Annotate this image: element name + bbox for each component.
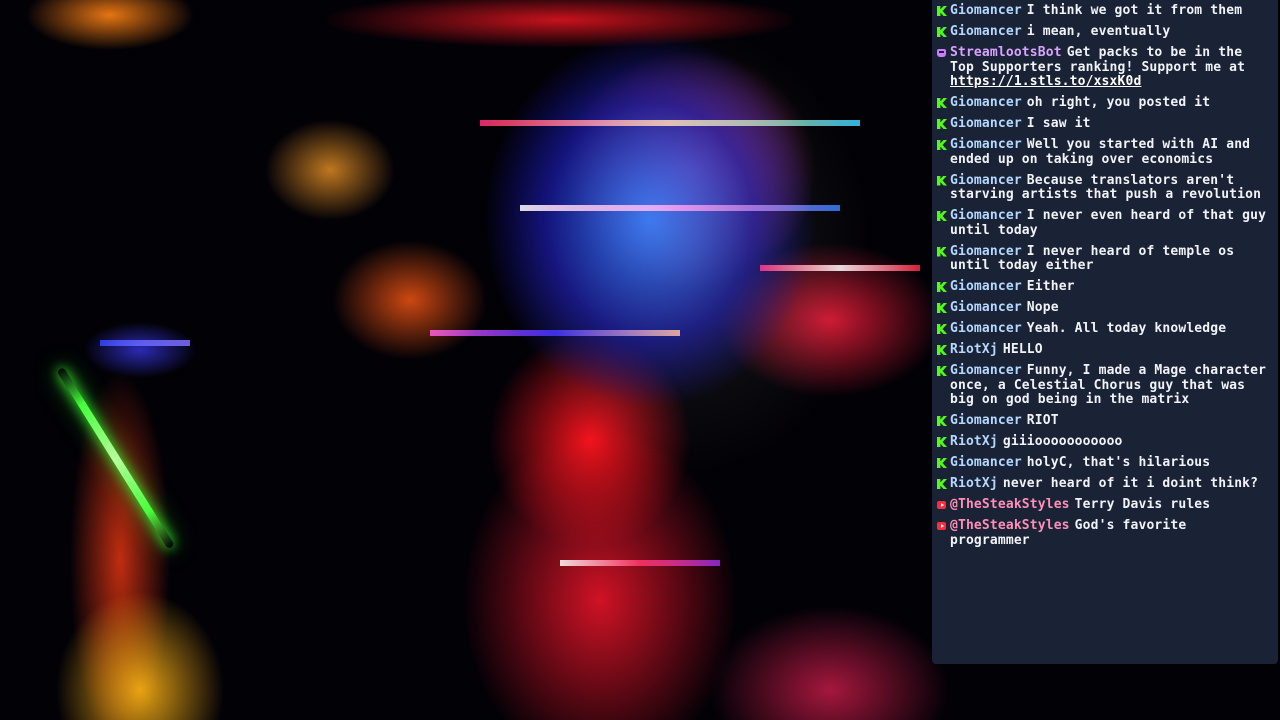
chat-username[interactable]: Giomancer xyxy=(950,173,1022,188)
chat-message-list: Giomancer I think we got it from them Giom… xyxy=(932,0,1278,548)
chat-message: Giomancer I saw it xyxy=(937,116,1270,132)
chat-message: @TheSteakStyles God's favorite programmer xyxy=(937,518,1270,548)
chat-username[interactable]: Giomancer xyxy=(950,244,1022,259)
chat-username[interactable]: Giomancer xyxy=(950,321,1022,336)
chat-message: RiotXj never heard of it i doint think? xyxy=(937,476,1270,492)
chat-message: Giomancer i mean, eventually xyxy=(937,24,1270,40)
chat-message-text: Either xyxy=(1026,279,1075,294)
chat-message-text: HELLO xyxy=(1002,342,1043,357)
kick-icon xyxy=(937,345,947,355)
kick-icon xyxy=(937,324,947,334)
glitch-band xyxy=(100,340,190,346)
chat-username[interactable]: Giomancer xyxy=(950,413,1022,428)
chat-username[interactable]: @TheSteakStyles xyxy=(950,497,1070,512)
chat-message-text: RIOT xyxy=(1026,413,1059,428)
kick-icon xyxy=(937,27,947,37)
chat-message: @TheSteakStyles Terry Davis rules xyxy=(937,497,1270,513)
chat-link[interactable]: https://1.stls.to/xsxK0d xyxy=(950,74,1141,89)
chat-username[interactable]: RiotXj xyxy=(950,342,998,357)
chat-message-text: oh right, you posted it xyxy=(1026,95,1211,110)
chat-message: Giomancer oh right, you posted it xyxy=(937,95,1270,111)
glitch-band xyxy=(760,265,920,271)
kick-icon xyxy=(937,246,947,257)
glitch-band xyxy=(520,205,840,211)
chat-message: Giomancer Either xyxy=(937,279,1270,295)
chat-username[interactable]: Giomancer xyxy=(950,137,1022,152)
chat-username[interactable]: Giomancer xyxy=(950,24,1022,39)
kick-icon xyxy=(937,437,947,447)
kick-icon xyxy=(937,98,947,108)
kick-icon xyxy=(937,366,947,376)
chat-message: Giomancer Yeah. All today knowledge xyxy=(937,321,1270,337)
chat-message: StreamlootsBot Get packs to be in the Top… xyxy=(937,45,1270,90)
glitch-band xyxy=(430,330,680,336)
chat-username[interactable]: Giomancer xyxy=(950,208,1022,223)
kick-icon xyxy=(937,140,947,150)
chat-username[interactable]: Giomancer xyxy=(950,116,1022,131)
chat-message-text: I saw it xyxy=(1026,116,1091,131)
chat-message: Giomancer I never heard of temple os unti… xyxy=(937,244,1270,274)
youtube-icon xyxy=(937,522,946,530)
chat-username[interactable]: Giomancer xyxy=(950,455,1022,470)
youtube-icon xyxy=(937,501,946,509)
chat-message-text: i mean, eventually xyxy=(1026,24,1171,39)
kick-icon xyxy=(937,119,947,129)
kick-icon xyxy=(937,303,947,313)
chat-message-text: never heard of it i doint think? xyxy=(1002,476,1259,491)
chat-username[interactable]: Giomancer xyxy=(950,363,1022,378)
chat-username[interactable]: @TheSteakStyles xyxy=(950,518,1070,533)
chat-message-text: holyC, that's hilarious xyxy=(1026,455,1211,470)
chat-username[interactable]: StreamlootsBot xyxy=(950,45,1062,60)
chat-message: RiotXj HELLO xyxy=(937,342,1270,358)
chat-message: Giomancer Funny, I made a Mage character … xyxy=(937,363,1270,408)
chat-username[interactable]: Giomancer xyxy=(950,3,1022,18)
kick-icon xyxy=(937,416,947,426)
chat-username[interactable]: RiotXj xyxy=(950,476,998,491)
chat-message: Giomancer I never even heard of that guy … xyxy=(937,208,1270,238)
chat-message-text: Terry Davis rules xyxy=(1074,497,1211,512)
kick-icon xyxy=(937,6,947,16)
chat-message: Giomancer Well you started with AI and en… xyxy=(937,137,1270,167)
chat-username[interactable]: Giomancer xyxy=(950,95,1022,110)
green-laser-streak xyxy=(56,366,175,550)
kick-icon xyxy=(937,175,947,186)
chat-message: RiotXj giiiooooooooooo xyxy=(937,434,1270,450)
chat-message-text: Nope xyxy=(1026,300,1059,315)
kick-icon xyxy=(937,211,947,221)
chat-message-text: I think we got it from them xyxy=(1026,3,1243,18)
chat-message-text: giiiooooooooooo xyxy=(1002,434,1123,449)
kick-icon xyxy=(937,479,947,489)
chat-username[interactable]: Giomancer xyxy=(950,279,1022,294)
stream-view: Giomancer I think we got it from them Giom… xyxy=(0,0,1280,720)
kick-icon xyxy=(937,282,947,292)
kick-icon xyxy=(937,458,947,468)
glitch-band xyxy=(560,560,720,566)
chat-username[interactable]: RiotXj xyxy=(950,434,998,449)
bot-icon xyxy=(937,49,946,57)
chat-message: Giomancer Nope xyxy=(937,300,1270,316)
chat-username[interactable]: Giomancer xyxy=(950,300,1022,315)
glitch-band xyxy=(480,120,860,126)
chat-message: Giomancer I think we got it from them xyxy=(937,3,1270,19)
chat-message: Giomancer holyC, that's hilarious xyxy=(937,455,1270,471)
chat-message: Giomancer Because translators aren't star… xyxy=(937,173,1270,203)
chat-message-text: Yeah. All today knowledge xyxy=(1026,321,1227,336)
chat-overlay: Giomancer I think we got it from them Giom… xyxy=(932,0,1278,664)
chat-message: Giomancer RIOT xyxy=(937,413,1270,429)
